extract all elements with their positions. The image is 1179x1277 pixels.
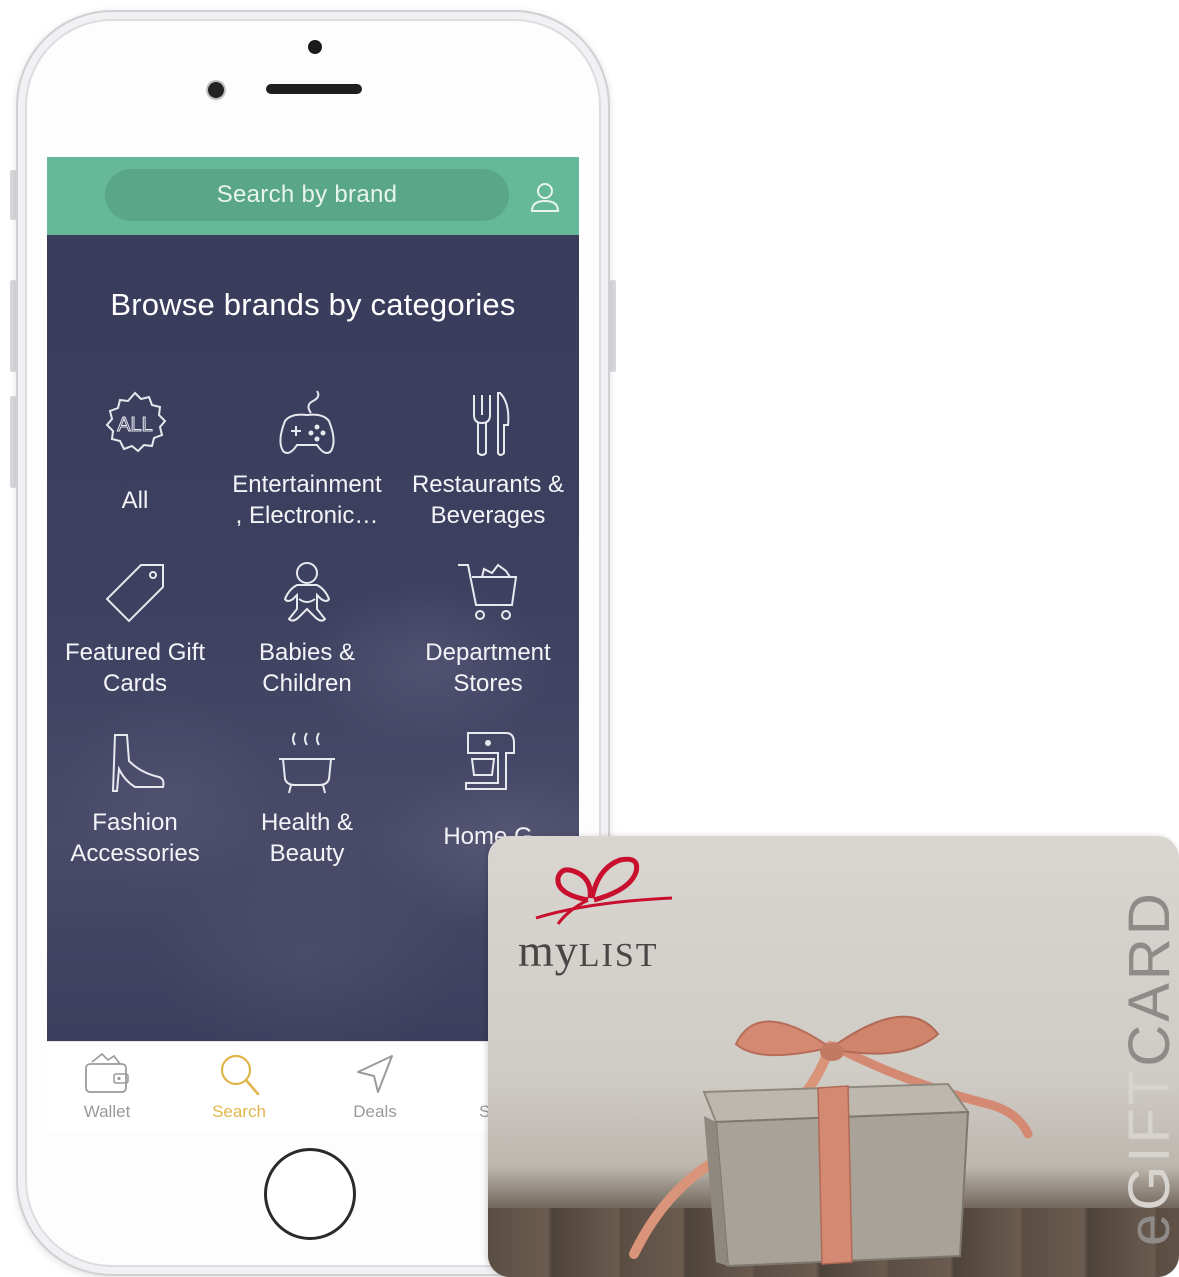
home-button[interactable] <box>264 1148 356 1240</box>
brand-logo-text: myLIST <box>518 924 659 977</box>
egift-e: e <box>1117 1210 1179 1246</box>
bathtub-icon <box>279 732 335 794</box>
tag-icon <box>105 564 164 623</box>
navigation-arrow-icon <box>357 1055 393 1093</box>
category-restaurants[interactable]: Restaurants & Beverages <box>402 389 574 531</box>
brand-prefix: my <box>518 925 579 976</box>
category-label: Fashion Accessories <box>70 809 200 867</box>
category-health-beauty[interactable]: Health & Beauty <box>221 729 393 869</box>
category-label: Restaurants & Beverages <box>411 471 565 529</box>
gift-box-image <box>629 1015 1033 1268</box>
category-label: All <box>121 487 149 514</box>
front-sensor <box>308 40 322 54</box>
gamepad-icon <box>279 390 335 454</box>
baby-icon <box>283 562 331 622</box>
tab-label: Wallet <box>83 1102 131 1121</box>
category-label: Entertainment , Electronic… <box>232 471 382 529</box>
all-badge-icon: ALL <box>105 391 167 453</box>
category-all[interactable]: ALL All <box>49 389 221 516</box>
tab-wallet[interactable]: Wallet <box>47 1042 167 1133</box>
stage: Search by brand Browse brands by categor… <box>0 0 1179 1277</box>
page-title: Browse brands by categories <box>110 287 516 322</box>
front-camera <box>208 82 224 98</box>
category-label: Health & Beauty <box>260 809 354 867</box>
power-button <box>610 280 616 372</box>
category-featured-gift-cards[interactable]: Featured Gift Cards <box>49 559 221 699</box>
fork-knife-icon <box>473 392 510 456</box>
shopping-cart-icon <box>458 563 518 620</box>
category-label: Babies & Children <box>258 639 356 697</box>
category-department-stores[interactable]: Department Stores <box>402 559 574 699</box>
egift-card-label: eGIFTCARD <box>1116 890 1179 1246</box>
brand-suffix: LIST <box>578 937 659 974</box>
category-label: Featured Gift Cards <box>64 639 206 697</box>
top-bar: Search by brand <box>47 157 579 235</box>
search-icon <box>220 1054 260 1096</box>
egift-card: myLIST eGIFTCARD <box>488 836 1179 1277</box>
ribbon-logo-icon <box>535 856 673 925</box>
profile-icon[interactable] <box>527 179 563 215</box>
search-input[interactable]: Search by brand <box>105 169 509 221</box>
category-babies-children[interactable]: Babies & Children <box>221 559 393 699</box>
svg-text:ALL: ALL <box>117 414 153 436</box>
tab-label: Search <box>212 1102 266 1121</box>
earpiece-speaker <box>266 84 362 94</box>
mixer-icon <box>465 732 515 790</box>
high-heel-icon <box>111 734 165 792</box>
category-entertainment[interactable]: Entertainment , Electronic… <box>221 389 393 531</box>
wallet-icon <box>85 1052 129 1093</box>
search-placeholder: Search by brand <box>216 181 398 208</box>
category-label: Department Stores <box>425 639 551 697</box>
tab-label: Deals <box>353 1102 397 1121</box>
tab-search[interactable]: Search <box>179 1042 299 1133</box>
category-fashion-accessories[interactable]: Fashion Accessories <box>49 729 221 869</box>
tab-deals[interactable]: Deals <box>315 1042 435 1133</box>
egift-gift: GIFT <box>1117 1066 1179 1211</box>
egift-card: CARD <box>1117 890 1179 1067</box>
category-home-goods[interactable]: Home G <box>402 729 574 852</box>
